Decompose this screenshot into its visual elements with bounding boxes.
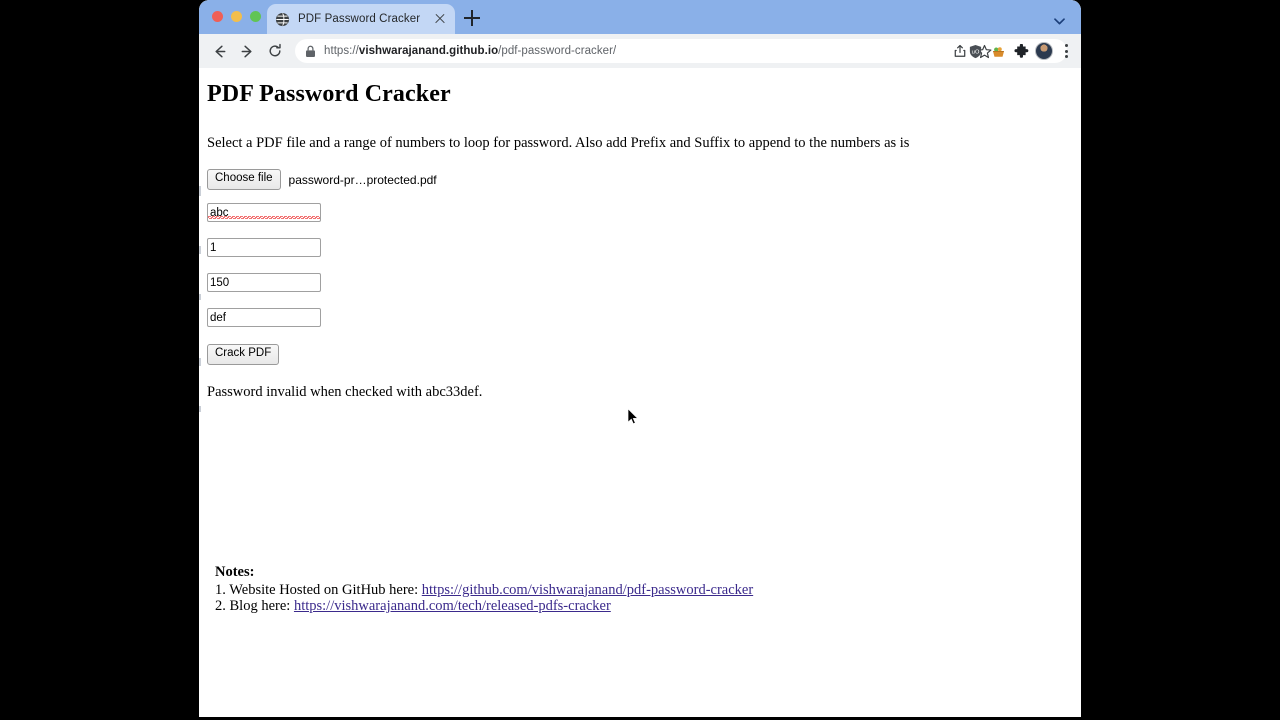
browser-window: PDF Password Cracker https://vishwarajan… bbox=[199, 0, 1081, 717]
close-icon[interactable] bbox=[433, 12, 447, 26]
svg-text:uO: uO bbox=[971, 49, 980, 55]
minimize-window-button[interactable] bbox=[231, 11, 242, 22]
globe-icon bbox=[275, 12, 290, 27]
chevron-down-icon[interactable] bbox=[1054, 12, 1065, 25]
reload-icon[interactable] bbox=[263, 39, 287, 63]
blog-link[interactable]: https://vishwarajanand.com/tech/released… bbox=[294, 598, 611, 614]
notes-section: Notes: 1. Website Hosted on GitHub here:… bbox=[215, 565, 753, 614]
choose-file-button[interactable]: Choose file bbox=[207, 169, 281, 191]
arrow-right-icon[interactable] bbox=[235, 39, 259, 63]
selected-file-name: password-pr…protected.pdf bbox=[288, 172, 437, 187]
note-2-text: 2. Blog here: bbox=[215, 598, 294, 614]
browser-tab-title: PDF Password Cracker bbox=[298, 13, 421, 25]
note-1-text: 1. Website Hosted on GitHub here: bbox=[215, 581, 422, 598]
page-title: PDF Password Cracker bbox=[207, 81, 451, 107]
window-edge-artifact bbox=[199, 186, 201, 196]
note-item-1: 1. Website Hosted on GitHub here: https:… bbox=[215, 581, 753, 598]
browser-toolbar: https://vishwarajanand.github.io/pdf-pas… bbox=[199, 34, 1081, 68]
github-repo-link[interactable]: https://github.com/vishwarajanand/pdf-pa… bbox=[422, 582, 753, 598]
arrow-left-icon[interactable] bbox=[207, 39, 231, 63]
user-avatar[interactable] bbox=[1034, 39, 1054, 63]
notes-heading: Notes: bbox=[215, 564, 255, 580]
file-picker-row: Choose file password-pr…protected.pdf bbox=[207, 169, 1073, 191]
ublock-origin-shield-icon[interactable]: uO bbox=[965, 39, 985, 63]
plus-icon[interactable] bbox=[463, 9, 481, 27]
start-number-input[interactable] bbox=[207, 238, 321, 258]
browser-tab-active[interactable]: PDF Password Cracker bbox=[267, 4, 455, 34]
tab-strip: PDF Password Cracker bbox=[199, 0, 1081, 34]
window-edge-artifact bbox=[199, 294, 201, 300]
lock-icon bbox=[305, 45, 316, 58]
web-page-content: PDF Password Cracker Select a PDF file a… bbox=[207, 68, 1081, 717]
status-message: Password invalid when checked with abc33… bbox=[207, 383, 483, 400]
puzzle-piece-icon[interactable] bbox=[1011, 39, 1031, 63]
basket-extension-icon[interactable] bbox=[988, 39, 1008, 63]
window-edge-artifact bbox=[199, 406, 201, 412]
toolbar-extension-area: uO bbox=[965, 39, 1075, 63]
close-window-button[interactable] bbox=[212, 11, 223, 22]
intro-paragraph: Select a PDF file and a range of numbers… bbox=[207, 135, 910, 151]
window-edge-artifact bbox=[199, 358, 201, 366]
suffix-input[interactable] bbox=[207, 308, 321, 328]
page-viewport: PDF Password Cracker Select a PDF file a… bbox=[199, 68, 1081, 717]
prefix-input[interactable] bbox=[207, 203, 321, 223]
end-number-input[interactable] bbox=[207, 273, 321, 293]
address-bar-url: https://vishwarajanand.github.io/pdf-pas… bbox=[324, 45, 617, 57]
window-traffic-lights bbox=[212, 11, 261, 22]
window-edge-artifact bbox=[199, 246, 201, 254]
crack-pdf-button[interactable]: Crack PDF bbox=[207, 344, 280, 365]
maximize-window-button[interactable] bbox=[250, 11, 261, 22]
three-dot-menu-icon[interactable] bbox=[1057, 40, 1075, 62]
note-item-2: 2. Blog here: https://vishwarajanand.com… bbox=[215, 597, 753, 614]
